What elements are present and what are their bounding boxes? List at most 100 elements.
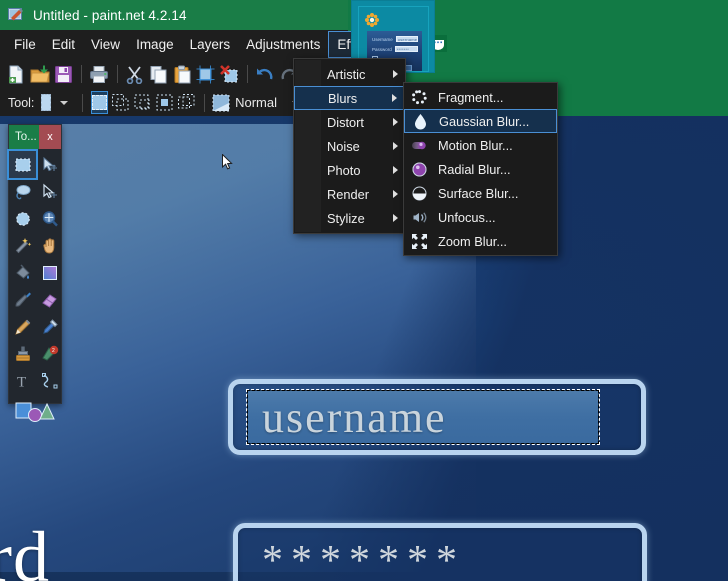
menu-item-gaussian-blur[interactable]: Gaussian Blur... (404, 109, 557, 133)
tools-palette[interactable]: To... x (8, 124, 62, 404)
line-curve-tool[interactable] (36, 367, 63, 394)
toolbar-separator (204, 94, 205, 112)
tools-palette-title: To... (15, 131, 37, 143)
paste-icon[interactable] (171, 61, 194, 87)
menu-item-surface-blur[interactable]: Surface Blur... (404, 181, 557, 205)
menu-adjustments[interactable]: Adjustments (238, 30, 328, 59)
menu-file[interactable]: File (6, 30, 44, 59)
selection-union[interactable] (111, 91, 130, 114)
surface-blur-icon (410, 184, 428, 202)
tools-grid[interactable]: 2 T (9, 149, 61, 394)
clone-stamp-tool[interactable] (9, 340, 36, 367)
pan-tool[interactable] (36, 232, 63, 259)
zoom-blur-icon (410, 232, 428, 250)
save-icon[interactable] (52, 61, 75, 87)
canvas-password-word: vord (0, 516, 50, 581)
pencil-tool[interactable] (9, 313, 36, 340)
paintdotnet-icon (8, 7, 25, 24)
toolbar-row-main[interactable] (0, 59, 300, 89)
selection-intersect[interactable] (177, 91, 196, 114)
submenu-arrow-icon (393, 142, 398, 150)
selection-replace[interactable] (91, 91, 108, 114)
color-picker-tool[interactable] (36, 313, 63, 340)
print-icon[interactable] (88, 61, 111, 87)
submenu-arrow-icon (393, 214, 398, 222)
flower-icon (365, 13, 379, 27)
window-title: Untitled - paint.net 4.2.14 (33, 8, 187, 23)
toolbar-separator (82, 94, 83, 112)
menu-edit[interactable]: Edit (44, 30, 83, 59)
submenu-arrow-icon (392, 94, 397, 102)
menubar[interactable]: File Edit View Image Layers Adjustments … (0, 30, 348, 59)
thumbnail-password-row: Password ******* (372, 46, 418, 52)
toolbar[interactable]: Tool: (0, 59, 300, 116)
menu-item-unfocus[interactable]: Unfocus... (404, 205, 557, 229)
gaussian-blur-icon (411, 112, 429, 130)
tools-palette-titlebar[interactable]: To... x (9, 125, 61, 149)
svg-text:T: T (17, 374, 26, 390)
deselect-icon[interactable] (218, 61, 241, 87)
paintbrush-tool[interactable] (9, 286, 36, 313)
motion-blur-icon (410, 136, 428, 154)
submenu-arrow-icon (393, 118, 398, 126)
shapes-tool[interactable] (12, 398, 58, 425)
text-tool[interactable]: T (9, 367, 36, 394)
submenu-arrow-icon (393, 70, 398, 78)
toolbar-separator (247, 65, 248, 83)
ellipse-select-tool[interactable] (9, 205, 36, 232)
effects-dropdown-menu[interactable]: Artistic Blurs Distort Noise Photo Rende… (293, 58, 406, 234)
fragment-icon (410, 88, 428, 106)
gradient-tool[interactable] (36, 259, 63, 286)
submenu-arrow-icon (393, 190, 398, 198)
menu-view[interactable]: View (83, 30, 128, 59)
thumbnail-username-input: username (396, 36, 418, 42)
blend-mode-swatch[interactable] (212, 90, 230, 116)
recolor-tool[interactable]: 2 (36, 340, 63, 367)
menu-image[interactable]: Image (128, 30, 182, 59)
selection-xor[interactable] (155, 91, 174, 114)
eraser-tool[interactable] (36, 286, 63, 313)
effects-stylize[interactable]: Stylize (294, 206, 405, 230)
effects-artistic[interactable]: Artistic (294, 62, 405, 86)
zoom-tool[interactable] (36, 205, 63, 232)
canvas-password-value: ******* (262, 540, 465, 581)
effects-photo[interactable]: Photo (294, 158, 405, 182)
shapes-tool-row[interactable] (9, 394, 61, 431)
effects-distort[interactable]: Distort (294, 110, 405, 134)
effects-noise[interactable]: Noise (294, 134, 405, 158)
menu-item-zoom-blur[interactable]: Zoom Blur... (404, 229, 557, 253)
cut-icon[interactable] (123, 61, 146, 87)
current-tool-swatch[interactable] (41, 94, 51, 111)
toolbar-row-options[interactable]: Tool: (0, 89, 300, 116)
effects-blurs[interactable]: Blurs (294, 86, 405, 110)
magic-wand-tool[interactable] (9, 232, 36, 259)
crop-icon[interactable] (194, 61, 217, 87)
blurs-submenu[interactable]: Fragment... Gaussian Blur... Motion Blur… (403, 82, 558, 256)
menu-layers[interactable]: Layers (182, 30, 239, 59)
mouse-cursor (222, 154, 233, 170)
selection-exclude[interactable] (133, 91, 152, 114)
move-selection-tool[interactable] (36, 178, 63, 205)
tool-dropdown-caret[interactable] (60, 101, 68, 105)
lasso-select-tool[interactable] (9, 178, 36, 205)
undo-icon[interactable] (254, 61, 277, 87)
toolbar-separator (117, 65, 118, 83)
menu-item-fragment[interactable]: Fragment... (404, 85, 557, 109)
paint-bucket-tool[interactable] (9, 259, 36, 286)
window-titlebar[interactable]: Untitled - paint.net 4.2.14 (0, 0, 348, 30)
unfocus-icon (410, 208, 428, 226)
menu-item-radial-blur[interactable]: Radial Blur... (404, 157, 557, 181)
thumbnail-username-row: Username username (372, 36, 418, 42)
thumbnail-password-input: ******* (395, 46, 418, 52)
new-icon[interactable] (5, 61, 28, 87)
close-icon[interactable]: x (39, 125, 61, 149)
thumbnail-password-label: Password (372, 47, 392, 52)
tool-label: Tool: (8, 96, 34, 110)
open-icon[interactable] (29, 61, 52, 87)
copy-icon[interactable] (147, 61, 170, 87)
blend-mode-label: Normal (235, 95, 277, 110)
effects-render[interactable]: Render (294, 182, 405, 206)
move-selected-tool[interactable] (36, 151, 63, 178)
rectangle-select-tool[interactable] (9, 151, 36, 178)
menu-item-motion-blur[interactable]: Motion Blur... (404, 133, 557, 157)
